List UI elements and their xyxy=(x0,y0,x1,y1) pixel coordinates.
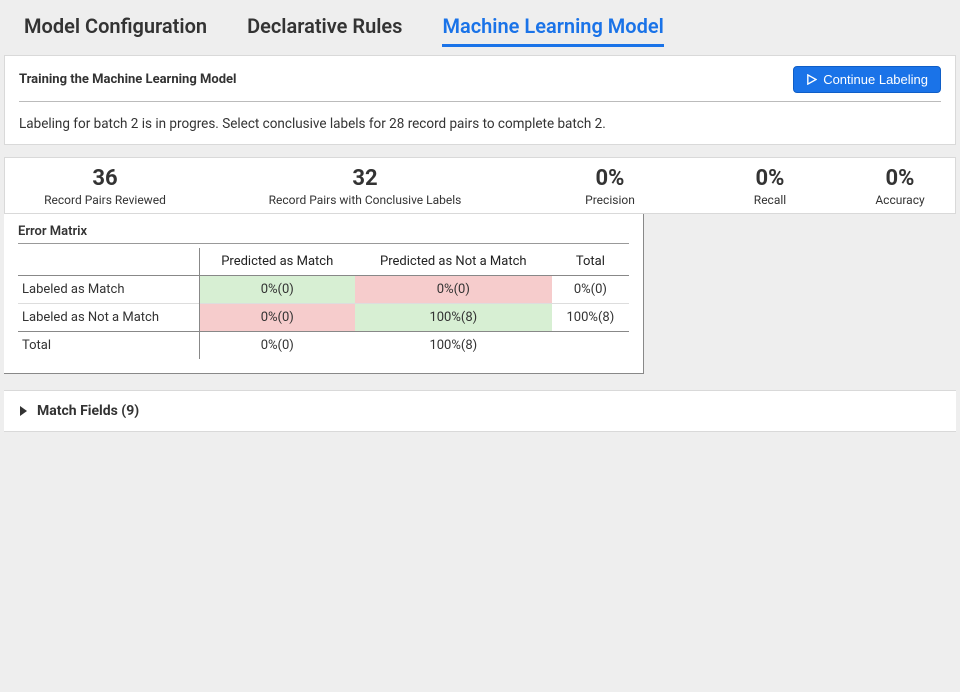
matrix-row-label: Labeled as Not a Match xyxy=(18,304,199,332)
matrix-col-header: Predicted as Match xyxy=(199,248,355,276)
tab-declarative-rules[interactable]: Declarative Rules xyxy=(247,14,402,47)
stat-value: 36 xyxy=(5,166,205,191)
stat-3: 0% Recall xyxy=(695,166,845,207)
stat-4: 0% Accuracy xyxy=(845,166,955,207)
matrix-cell: 0%(0) xyxy=(199,276,355,304)
training-panel: Training the Machine Learning Model Cont… xyxy=(4,55,956,145)
training-panel-body: Labeling for batch 2 is in progres. Sele… xyxy=(5,102,955,144)
matrix-row-label: Labeled as Match xyxy=(18,276,199,304)
matrix-col-header: Total xyxy=(552,248,629,276)
stat-label: Precision xyxy=(525,193,695,207)
matrix-cell xyxy=(552,332,629,360)
continue-labeling-button[interactable]: Continue Labeling xyxy=(793,66,941,93)
stat-value: 0% xyxy=(845,166,955,191)
error-matrix-panel: Error Matrix Predicted as MatchPredicted… xyxy=(4,214,644,374)
matrix-cell: 100%(8) xyxy=(355,304,552,332)
matrix-cell: 0%(0) xyxy=(355,276,552,304)
stat-label: Record Pairs Reviewed xyxy=(5,193,205,207)
error-matrix-table: Predicted as MatchPredicted as Not a Mat… xyxy=(18,248,629,359)
stats-strip: 36 Record Pairs Reviewed32 Record Pairs wi… xyxy=(4,157,956,214)
matrix-cell: 0%(0) xyxy=(552,276,629,304)
matrix-col-header xyxy=(18,248,199,276)
stat-value: 0% xyxy=(695,166,845,191)
match-fields-label: Match Fields (9) xyxy=(37,403,139,419)
matrix-col-header: Predicted as Not a Match xyxy=(355,248,552,276)
play-icon xyxy=(806,74,817,85)
matrix-row: Labeled as Not a Match0%(0)100%(8)100%(8… xyxy=(18,304,629,332)
tab-model-config[interactable]: Model Configuration xyxy=(24,14,207,47)
stat-0: 36 Record Pairs Reviewed xyxy=(5,166,205,207)
match-fields-accordion[interactable]: Match Fields (9) xyxy=(4,390,956,432)
error-matrix-title: Error Matrix xyxy=(18,224,629,244)
continue-labeling-label: Continue Labeling xyxy=(823,72,928,87)
stat-label: Record Pairs with Conclusive Labels xyxy=(205,193,525,207)
stat-2: 0% Precision xyxy=(525,166,695,207)
tab-ml-model[interactable]: Machine Learning Model xyxy=(442,14,663,47)
matrix-cell: 100%(8) xyxy=(552,304,629,332)
stat-label: Recall xyxy=(695,193,845,207)
stat-value: 0% xyxy=(525,166,695,191)
matrix-row-label: Total xyxy=(18,332,199,360)
stat-value: 32 xyxy=(205,166,525,191)
stat-label: Accuracy xyxy=(845,193,955,207)
caret-right-icon xyxy=(20,406,27,416)
matrix-row: Total0%(0)100%(8) xyxy=(18,332,629,360)
matrix-cell: 0%(0) xyxy=(199,332,355,360)
stat-1: 32 Record Pairs with Conclusive Labels xyxy=(205,166,525,207)
matrix-cell: 100%(8) xyxy=(355,332,552,360)
tabs: Model Configuration Declarative Rules Ma… xyxy=(0,0,960,47)
training-panel-title: Training the Machine Learning Model xyxy=(19,72,237,87)
matrix-cell: 0%(0) xyxy=(199,304,355,332)
matrix-row: Labeled as Match0%(0)0%(0)0%(0) xyxy=(18,276,629,304)
